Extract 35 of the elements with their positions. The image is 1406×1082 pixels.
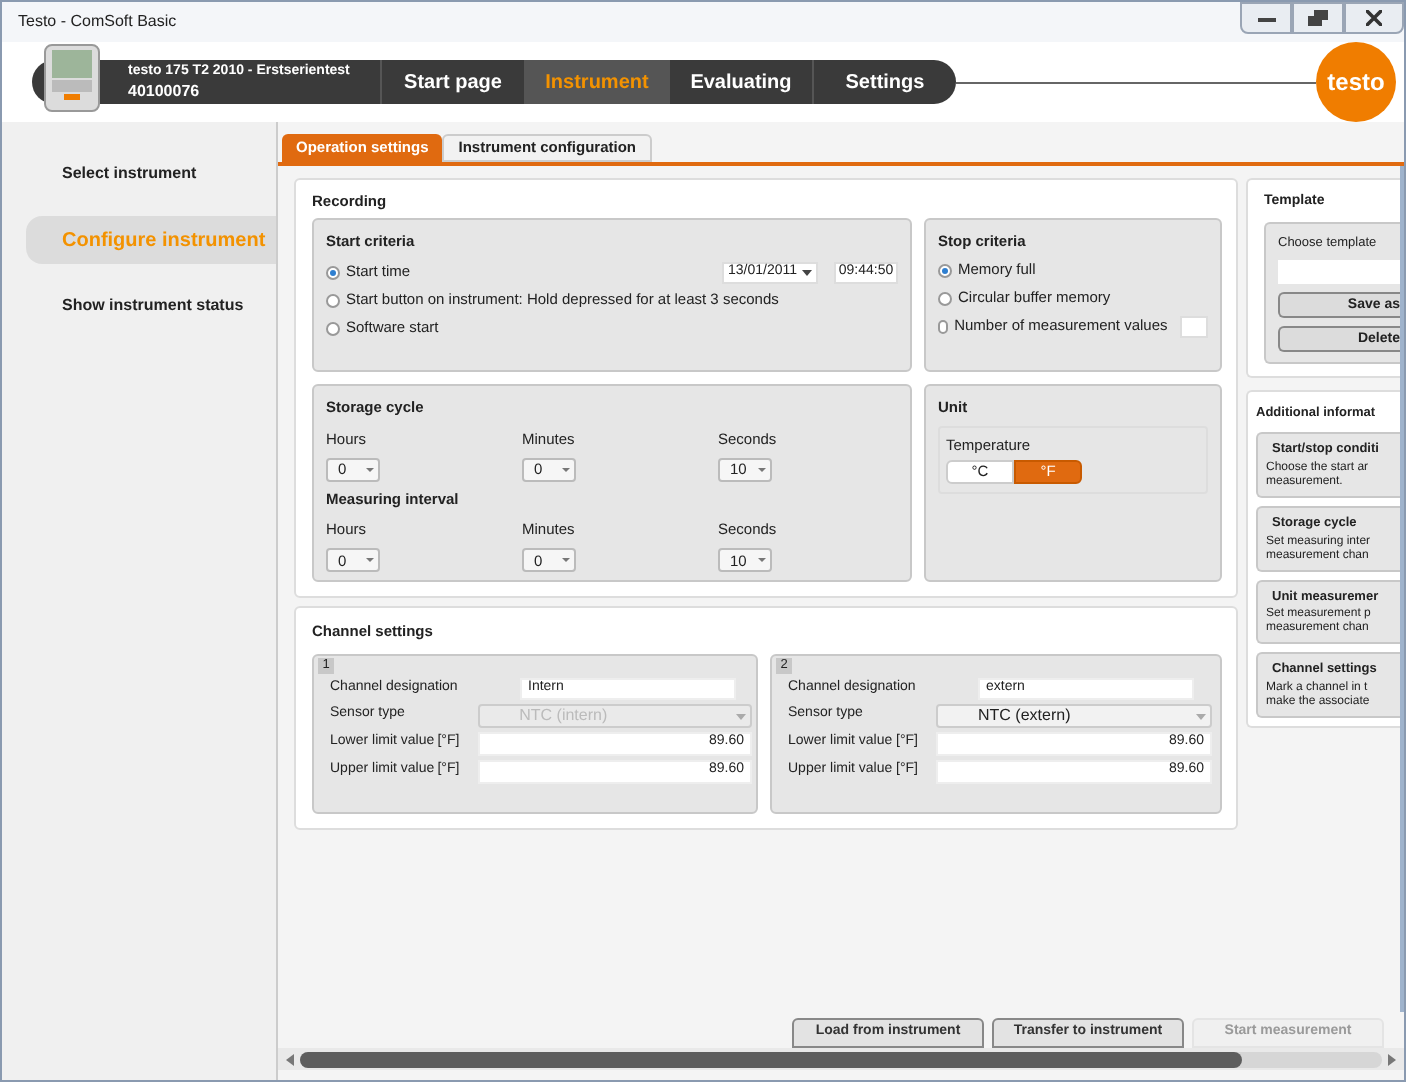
close-icon [1366, 10, 1382, 26]
radio-button[interactable] [938, 319, 949, 333]
radio-button[interactable] [938, 291, 952, 305]
caret-icon [736, 711, 746, 719]
caret-icon [364, 463, 376, 476]
radio-button[interactable] [326, 265, 340, 279]
serial-number: 40100076 [128, 82, 202, 102]
minimize-icon [1257, 14, 1275, 22]
nav-tab[interactable]: Evaluating [668, 60, 812, 104]
scrollbar[interactable] [278, 1048, 1404, 1070]
caret-icon [756, 463, 768, 476]
window-title: Testo - ComSoft Basic [18, 10, 177, 34]
radio-button[interactable] [326, 293, 340, 307]
scroll-left-icon[interactable] [286, 1053, 296, 1065]
caret-icon [1196, 711, 1206, 719]
logo: testo [1316, 42, 1396, 122]
nav-tab[interactable]: Settings [812, 60, 956, 104]
input-field[interactable] [1179, 315, 1208, 337]
minimize-button[interactable] [1240, 2, 1292, 34]
caret-icon [560, 554, 572, 567]
sidebar-item[interactable]: Select instrument [26, 150, 276, 198]
radio-button[interactable] [326, 321, 340, 335]
device-icon [44, 44, 100, 112]
restore-icon [1308, 10, 1328, 26]
restore-button[interactable] [1292, 2, 1344, 34]
dropdown[interactable]: NTC (extern) [936, 703, 1212, 727]
close-button[interactable] [1344, 2, 1404, 34]
caret-icon [560, 463, 572, 476]
caret-icon [802, 268, 812, 276]
input-field[interactable] [1278, 260, 1400, 285]
caret-icon [364, 554, 376, 567]
sidebar-item[interactable]: Show instrument status [26, 282, 276, 330]
scroll-right-icon[interactable] [1386, 1053, 1396, 1065]
caret-icon [756, 554, 768, 567]
radio-button[interactable] [938, 263, 952, 277]
